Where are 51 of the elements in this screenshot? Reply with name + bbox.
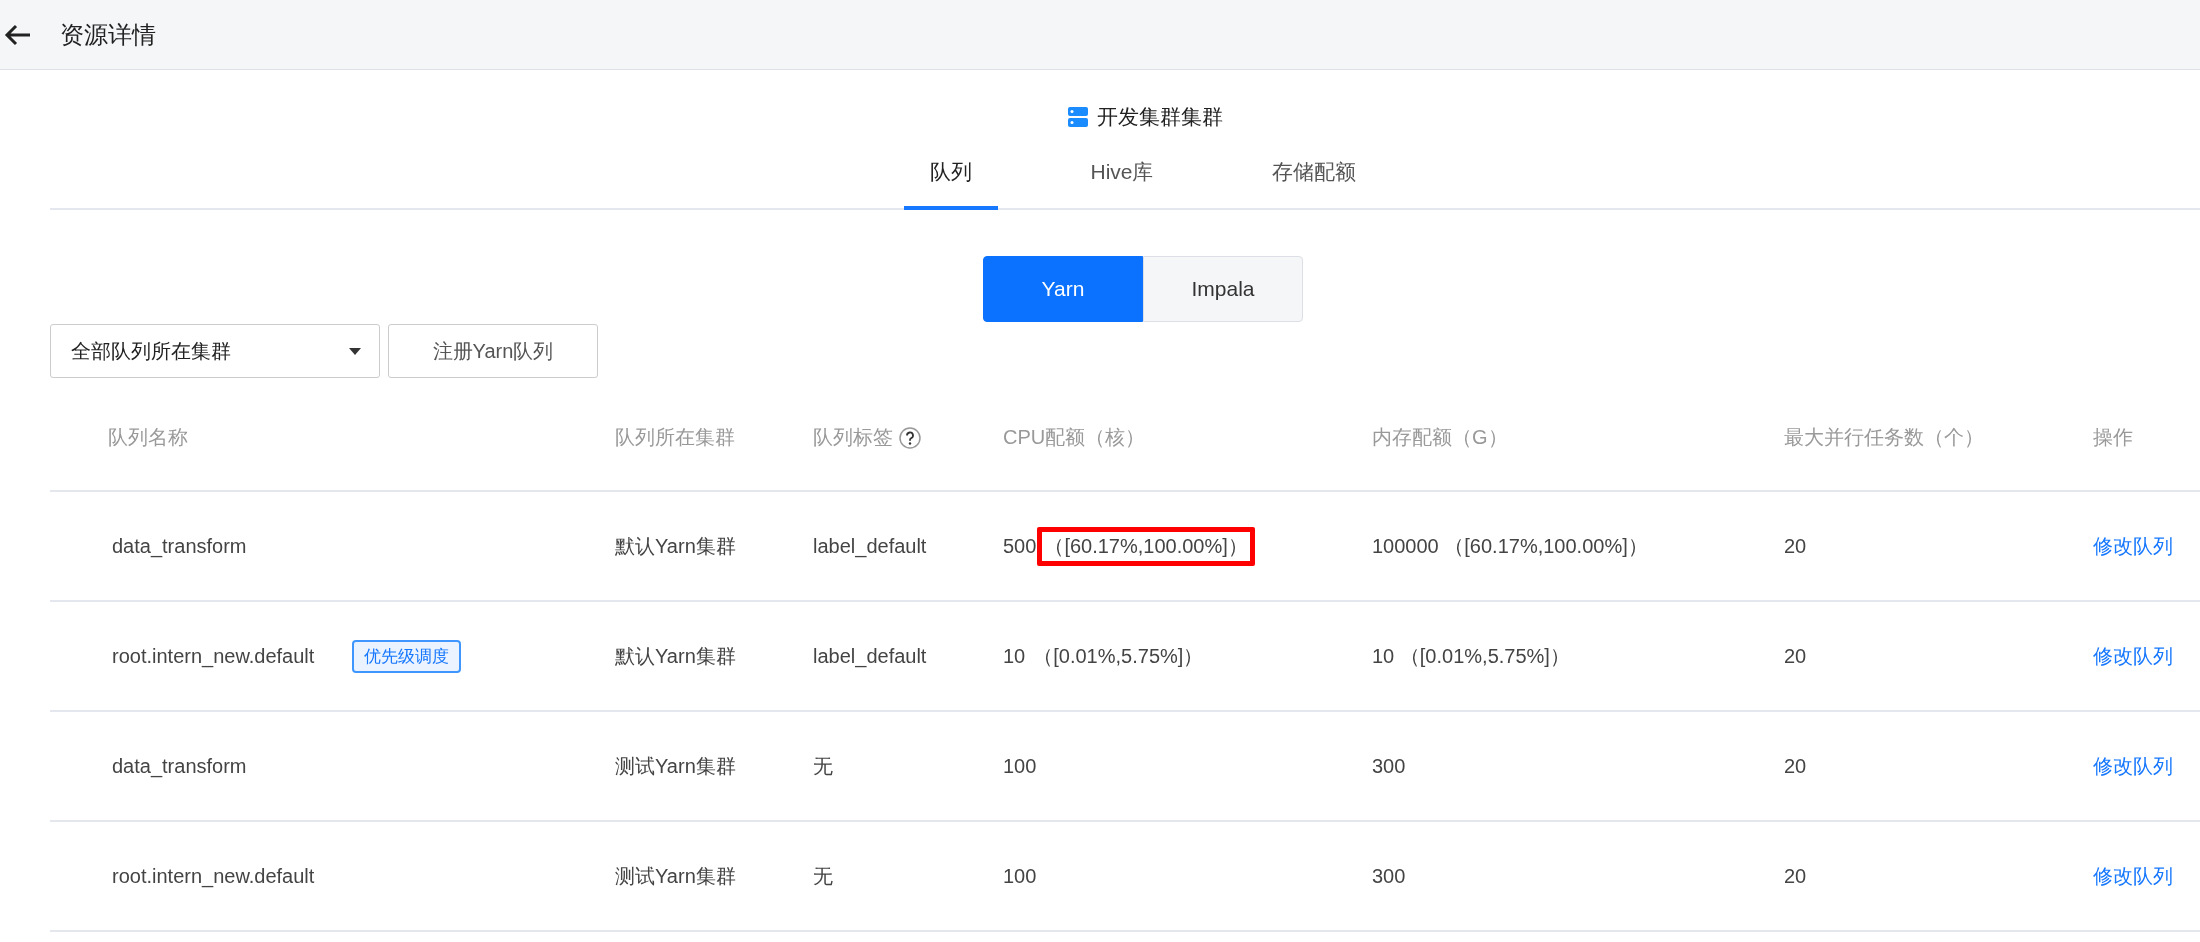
queue-name: root.intern_new.default <box>112 644 315 668</box>
cpu-quota: 10 <box>1003 644 1026 668</box>
segment-button[interactable]: Impala <box>1143 256 1303 322</box>
table-cell-text: 10 （[0.01%,5.75%]） <box>1372 643 1571 669</box>
table-cell-text: 测试Yarn集群 <box>615 753 737 779</box>
table-cell-text: 100000 （[60.17%,100.00%]） <box>1372 533 1649 559</box>
column-header: CPU配额（核） <box>1003 425 1147 450</box>
scheduling-tag: 优先级调度 <box>352 639 462 673</box>
queue-name: data_transform <box>112 754 247 778</box>
column-header: 操作 <box>2093 425 2134 450</box>
server-icon <box>1067 106 1089 128</box>
tab[interactable]: Hive库 <box>1064 148 1180 210</box>
edit-queue-link[interactable]: 修改队列 <box>2093 534 2173 557</box>
column-header: 内存配额（G） <box>1372 425 1509 450</box>
column-header: 队列所在集群 <box>615 425 736 450</box>
edit-queue-link[interactable]: 修改队列 <box>2093 864 2173 887</box>
table-cell-text: 20 <box>1784 754 1808 778</box>
table-cell-text: 无 <box>813 863 834 889</box>
column-header: 队列标签 <box>813 424 1003 451</box>
table-cell-text: label_default <box>813 534 928 558</box>
table-cell-text: 300 <box>1372 864 1407 888</box>
edit-queue-link[interactable]: 修改队列 <box>2093 644 2173 667</box>
cpu-quota: 100 <box>1003 754 1037 778</box>
table-cell-text: 20 <box>1784 534 1808 558</box>
table-cell-text: 无 <box>813 753 834 779</box>
column-header: 最大并行任务数（个） <box>1784 425 1985 450</box>
table-cell-text: 默认Yarn集群 <box>615 533 737 559</box>
cluster-name: 开发集群集群 <box>1097 104 1223 130</box>
table-cell-text: 300 <box>1372 754 1407 778</box>
highlighted-range: （[60.17%,100.00%]） <box>1037 526 1255 566</box>
table-cell-text: 默认Yarn集群 <box>615 643 737 669</box>
cpu-quota: 500 <box>1003 534 1037 558</box>
page-title: 资源详情 <box>60 19 156 50</box>
segment-button[interactable]: Yarn <box>983 256 1143 322</box>
table-cell-text: label_default <box>813 644 928 668</box>
back-arrow-icon[interactable] <box>4 22 32 47</box>
register-queue-button[interactable]: 注册Yarn队列 <box>388 324 598 378</box>
table-cell-text: 20 <box>1784 644 1808 668</box>
cluster-select[interactable]: 全部队列所在集群 <box>50 324 380 378</box>
edit-queue-link[interactable]: 修改队列 <box>2093 754 2173 777</box>
column-header: 队列名称 <box>107 425 189 450</box>
queue-name: data_transform <box>112 534 247 558</box>
help-icon[interactable] <box>899 426 921 449</box>
caret-icon <box>349 347 361 355</box>
cpu-range: （[0.01%,5.75%]） <box>1032 643 1205 669</box>
tab[interactable]: 存储配额 <box>1245 148 1382 210</box>
queue-name: root.intern_new.default <box>112 864 315 888</box>
table-cell-text: 测试Yarn集群 <box>615 863 737 889</box>
table-cell-text: 20 <box>1784 864 1808 888</box>
tab[interactable]: 队列 <box>904 148 999 210</box>
cpu-quota: 100 <box>1003 864 1037 888</box>
